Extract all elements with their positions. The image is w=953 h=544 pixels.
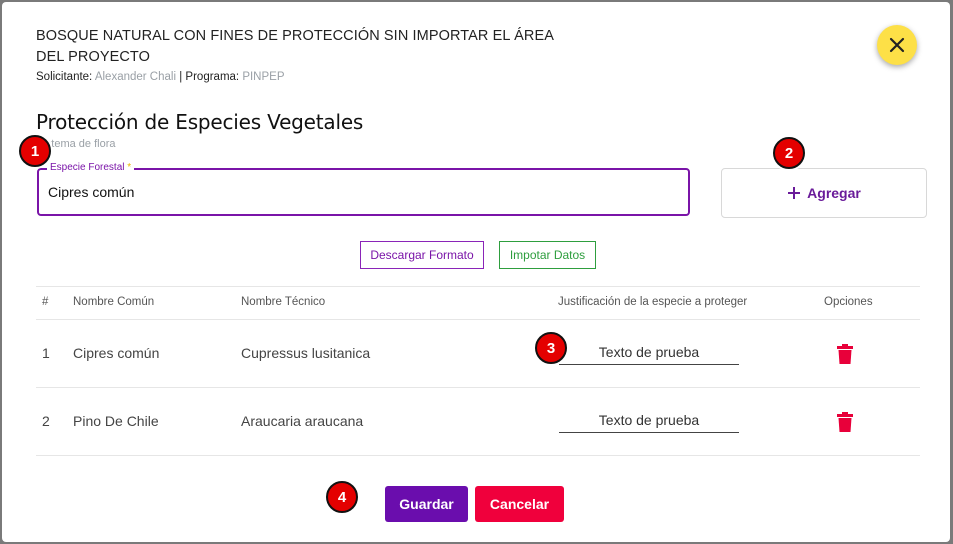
row-nombre-comun: Pino De Chile — [73, 413, 159, 429]
step-badge: 2 — [773, 137, 805, 169]
step-badge: 3 — [535, 332, 567, 364]
species-table: # Nombre Común Nombre Técnico Justificac… — [36, 286, 920, 456]
dialog: BOSQUE NATURAL CON FINES DE PROTECCIÓN S… — [2, 2, 950, 542]
meta-separator: | — [179, 71, 183, 83]
trash-icon — [837, 412, 853, 432]
especie-forestal-label: Especie Forestal * — [47, 162, 135, 173]
table-header: # Nombre Común Nombre Técnico Justificac… — [36, 286, 920, 320]
download-format-button[interactable]: Descargar Formato — [360, 241, 484, 269]
header-justificacion: Justificación de la especie a proteger — [558, 296, 748, 308]
solicitante-value: Alexander Chali — [94, 71, 177, 83]
add-button[interactable]: Agregar — [721, 168, 927, 218]
row-nombre-tecnico: Cupressus lusitanica — [241, 345, 371, 361]
especie-forestal-field[interactable]: Especie Forestal * — [37, 162, 690, 216]
import-data-button[interactable]: Impotar Datos — [499, 241, 596, 269]
required-mark: * — [127, 162, 132, 173]
especie-forestal-input[interactable] — [48, 184, 648, 200]
table-row: 1 Cipres común Cupressus lusitanica — [36, 320, 920, 388]
close-button[interactable] — [877, 25, 917, 65]
justificacion-input[interactable] — [559, 408, 739, 433]
delete-button[interactable] — [835, 344, 855, 366]
table-row: 2 Pino De Chile Araucaria araucana — [36, 388, 920, 456]
delete-button[interactable] — [835, 412, 855, 434]
header-opciones: Opciones — [824, 296, 873, 308]
dialog-meta: Solicitante: Alexander Chali | Programa:… — [36, 71, 285, 83]
header-num: # — [42, 296, 49, 308]
header-nombre-comun: Nombre Común — [73, 296, 155, 308]
row-num: 2 — [42, 413, 50, 429]
cancel-button[interactable]: Cancelar — [475, 486, 564, 522]
programa-value: PINPEP — [242, 71, 285, 83]
row-num: 1 — [42, 345, 50, 361]
row-nombre-comun: Cipres común — [73, 345, 160, 361]
header-nombre-tecnico: Nombre Técnico — [241, 296, 326, 308]
add-button-label: Agregar — [807, 185, 861, 201]
close-icon — [889, 37, 905, 53]
plus-icon — [787, 186, 801, 200]
step-badge: 1 — [19, 135, 51, 167]
justificacion-input[interactable] — [559, 340, 739, 365]
trash-icon — [837, 344, 853, 364]
programa-label: Programa: — [185, 71, 240, 83]
save-button[interactable]: Guardar — [385, 486, 468, 522]
dialog-title: BOSQUE NATURAL CON FINES DE PROTECCIÓN S… — [36, 28, 554, 65]
section-title: Protección de Especies Vegetales — [36, 110, 364, 134]
row-nombre-tecnico: Araucaria araucana — [241, 413, 364, 429]
step-badge: 4 — [326, 481, 358, 513]
solicitante-label: Solicitante: — [36, 71, 93, 83]
